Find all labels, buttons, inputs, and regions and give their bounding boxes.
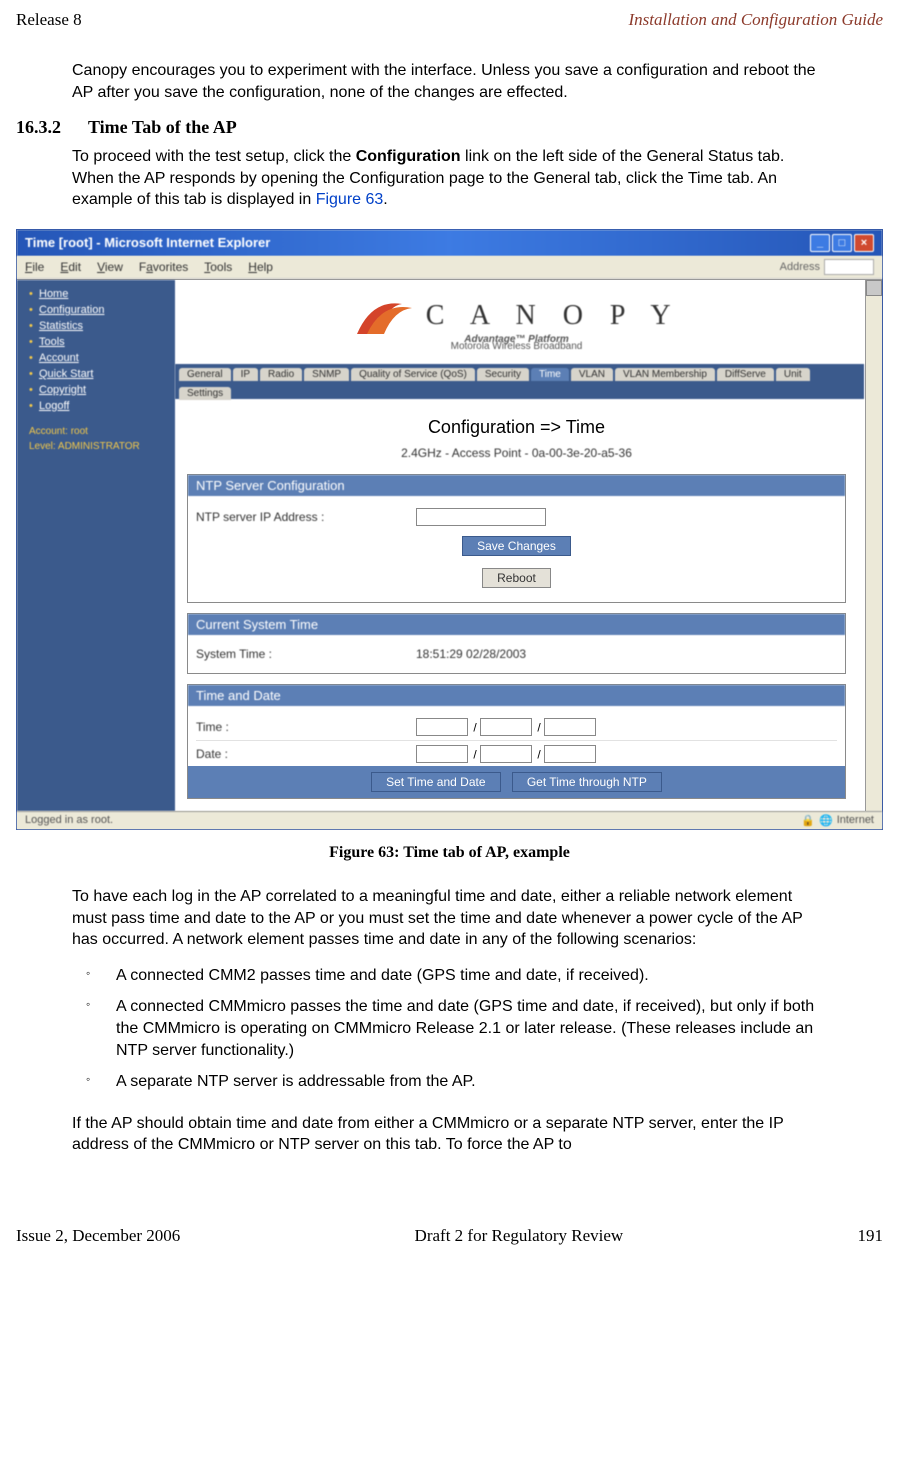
footer-issue: Issue 2, December 2006 (16, 1226, 180, 1246)
lock-icon: 🔒 (801, 814, 815, 827)
panel-ntp: NTP Server Configuration NTP server IP A… (187, 474, 846, 603)
logo-text: C A N O P Y (426, 300, 681, 332)
menu-view[interactable]: View (97, 260, 123, 274)
minimize-button[interactable]: _ (810, 234, 830, 252)
time-hour-input[interactable] (416, 718, 468, 736)
header-release: Release 8 (16, 10, 82, 30)
description-paragraph: To have each log in the AP correlated to… (72, 886, 827, 951)
date-month-input[interactable] (416, 745, 468, 763)
device-info: 2.4GHz - Access Point - 0a-00-3e-20-a5-3… (187, 446, 846, 474)
account-level: Level: ADMINISTRATOR (17, 439, 175, 454)
panel-ntp-header: NTP Server Configuration (188, 475, 845, 496)
tab-security[interactable]: Security (477, 368, 529, 381)
scenario-list: A connected CMM2 passes time and date (G… (72, 965, 827, 1093)
scrollbar-up-arrow[interactable] (866, 280, 882, 296)
get-time-ntp-button[interactable]: Get Time through NTP (512, 772, 662, 792)
section-heading: 16.3.2Time Tab of the AP (16, 117, 827, 138)
tab-ip[interactable]: IP (233, 368, 258, 381)
closing-paragraph: If the AP should obtain time and date fr… (72, 1113, 827, 1156)
canopy-logo-icon (352, 294, 422, 338)
address-input[interactable] (824, 259, 874, 275)
date-year-input[interactable] (544, 745, 596, 763)
date-label: Date : (196, 747, 416, 761)
logo-area: C A N O P Y Advantage™ Platform Motorola… (187, 288, 846, 364)
address-label: Address (780, 259, 874, 275)
tab-general[interactable]: General (179, 368, 231, 381)
close-button[interactable]: × (854, 234, 874, 252)
instruction-paragraph: To proceed with the test setup, click th… (72, 146, 827, 211)
tab-qos[interactable]: Quality of Service (QoS) (351, 368, 475, 381)
system-time-label: System Time : (196, 647, 416, 661)
maximize-button[interactable]: □ (832, 234, 852, 252)
time-sec-input[interactable] (544, 718, 596, 736)
set-time-date-button[interactable]: Set Time and Date (371, 772, 500, 792)
panel-time-date: Time and Date Time : / / Date : (187, 684, 846, 776)
menu-file[interactable]: File (25, 260, 44, 274)
ntp-ip-input[interactable] (416, 508, 546, 526)
nav-quick-start[interactable]: Quick Start (29, 366, 169, 382)
time-label: Time : (196, 720, 416, 734)
nav-account[interactable]: Account (29, 350, 169, 366)
panel-time-date-header: Time and Date (188, 685, 845, 706)
browser-window: Time [root] - Microsoft Internet Explore… (16, 229, 883, 830)
menu-help[interactable]: Help (248, 260, 273, 274)
figure-link[interactable]: Figure 63 (316, 191, 384, 208)
figure-caption: Figure 63: Time tab of AP, example (72, 844, 827, 862)
panel-system-time-header: Current System Time (188, 614, 845, 635)
sidebar-nav: Home Configuration Statistics Tools Acco… (17, 280, 175, 811)
globe-icon: 🌐 (819, 814, 833, 827)
menu-edit[interactable]: Edit (60, 260, 81, 274)
reboot-button[interactable]: Reboot (482, 568, 551, 588)
nav-logoff[interactable]: Logoff (29, 398, 169, 414)
list-item: A connected CMMmicro passes the time and… (72, 996, 827, 1061)
config-tabs: General IP Radio SNMP Quality of Service… (175, 364, 864, 399)
config-page-title: Configuration => Time (187, 399, 846, 446)
tab-diffserve[interactable]: DiffServe (717, 368, 774, 381)
nav-statistics[interactable]: Statistics (29, 318, 169, 334)
tab-unit[interactable]: Unit (776, 368, 810, 381)
browser-statusbar: Logged in as root. 🔒 🌐 Internet (17, 811, 882, 829)
tab-snmp[interactable]: SNMP (304, 368, 349, 381)
list-item: A separate NTP server is addressable fro… (72, 1071, 827, 1093)
tab-time[interactable]: Time (531, 368, 569, 381)
section-title: Time Tab of the AP (88, 117, 237, 137)
menu-tools[interactable]: Tools (204, 260, 232, 274)
tab-vlan-membership[interactable]: VLAN Membership (615, 368, 715, 381)
footer-draft: Draft 2 for Regulatory Review (415, 1226, 624, 1246)
system-time-value: 18:51:29 02/28/2003 (416, 647, 526, 661)
browser-menubar: File Edit View Favorites Tools Help Addr… (17, 256, 882, 279)
date-day-input[interactable] (480, 745, 532, 763)
logo-tagline: Motorola Wireless Broadband (187, 341, 846, 352)
save-changes-button[interactable]: Save Changes (462, 536, 571, 556)
status-logged-in: Logged in as root. (25, 814, 113, 826)
nav-configuration[interactable]: Configuration (29, 302, 169, 318)
ntp-ip-label: NTP server IP Address : (196, 510, 416, 524)
tab-vlan[interactable]: VLAN (571, 368, 613, 381)
intro-paragraph: Canopy encourages you to experiment with… (72, 60, 827, 103)
window-title: Time [root] - Microsoft Internet Explore… (25, 235, 270, 250)
header-guide: Installation and Configuration Guide (628, 10, 883, 30)
panel-system-time: Current System Time System Time : 18:51:… (187, 613, 846, 674)
browser-titlebar: Time [root] - Microsoft Internet Explore… (17, 230, 882, 256)
nav-copyright[interactable]: Copyright (29, 382, 169, 398)
nav-tools[interactable]: Tools (29, 334, 169, 350)
footer-page: 191 (857, 1226, 883, 1246)
list-item: A connected CMM2 passes time and date (G… (72, 965, 827, 987)
nav-home[interactable]: Home (29, 286, 169, 302)
tab-radio[interactable]: Radio (260, 368, 302, 381)
time-min-input[interactable] (480, 718, 532, 736)
account-name: Account: root (17, 424, 175, 439)
menu-favorites[interactable]: Favorites (139, 260, 188, 274)
status-zone: Internet (837, 814, 874, 826)
section-number: 16.3.2 (16, 117, 88, 138)
